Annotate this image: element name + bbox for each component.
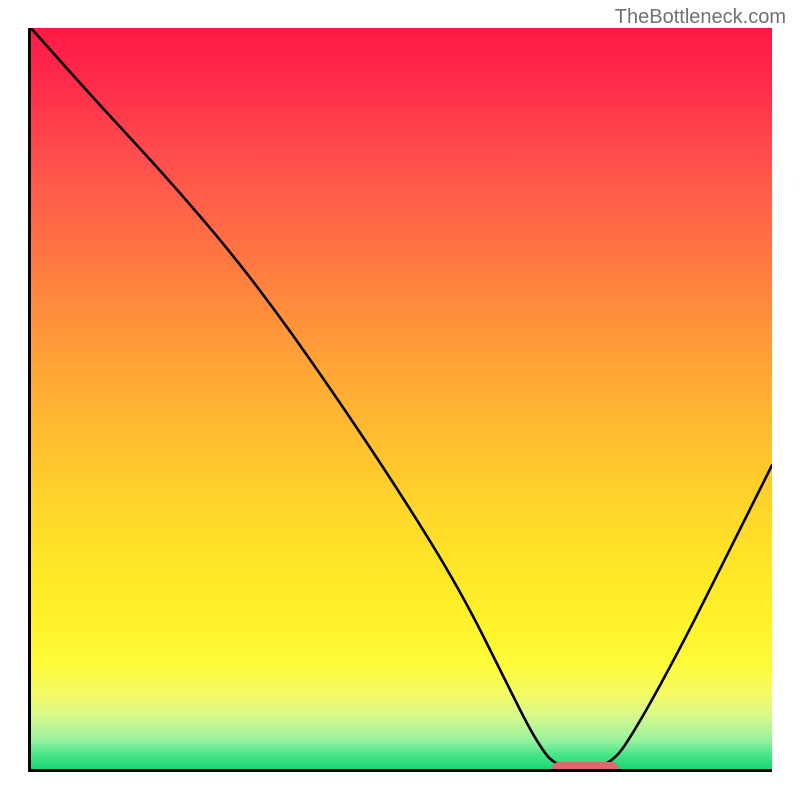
watermark-text: TheBottleneck.com	[615, 6, 786, 29]
curve-layer	[31, 28, 772, 769]
optimal-marker	[552, 762, 619, 772]
chart-container: TheBottleneck.com	[0, 0, 800, 800]
bottleneck-curve	[31, 28, 772, 769]
plot-area	[28, 28, 772, 772]
